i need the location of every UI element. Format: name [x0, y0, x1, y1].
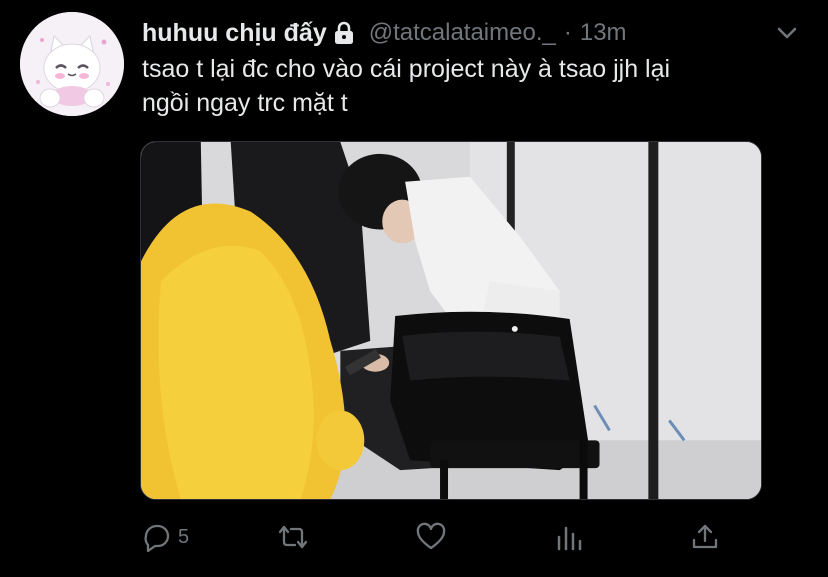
- display-name[interactable]: huhuu chịu đấy: [142, 19, 327, 48]
- tweet-photo: [141, 142, 761, 499]
- retweet-button[interactable]: [278, 515, 314, 559]
- tweet-header: huhuu chịu đấy @tatcalataimeo._ · 13m: [142, 16, 627, 50]
- tweet-text: tsao t lại đc cho vào cái project này à …: [142, 52, 802, 120]
- lock-icon: [334, 21, 353, 44]
- chevron-down-icon[interactable]: [774, 20, 800, 46]
- cat-avatar-icon: [20, 12, 124, 116]
- separator-dot: ·: [563, 19, 572, 46]
- tweet-media[interactable]: [140, 141, 762, 500]
- retweet-icon: [278, 525, 308, 549]
- reply-count: 5: [178, 525, 190, 548]
- timestamp[interactable]: 13m: [580, 19, 627, 47]
- reply-icon: [144, 524, 170, 552]
- tweet-text-line: tsao t lại đc cho vào cái project này à …: [142, 55, 671, 83]
- reply-button[interactable]: 5: [142, 515, 189, 559]
- avatar[interactable]: [20, 12, 124, 116]
- tweet-text-line: ngồi ngay trc mặt t: [142, 89, 348, 117]
- heart-icon: [416, 522, 446, 550]
- analytics-icon: [557, 526, 582, 551]
- tweet-actions: 5: [142, 515, 732, 559]
- user-handle[interactable]: @tatcalataimeo._: [369, 19, 556, 47]
- share-button[interactable]: [690, 515, 720, 559]
- tweet: huhuu chịu đấy @tatcalataimeo._ · 13m ts…: [0, 0, 828, 577]
- analytics-button[interactable]: [554, 515, 584, 559]
- like-button[interactable]: [416, 515, 452, 559]
- share-icon: [692, 524, 718, 549]
